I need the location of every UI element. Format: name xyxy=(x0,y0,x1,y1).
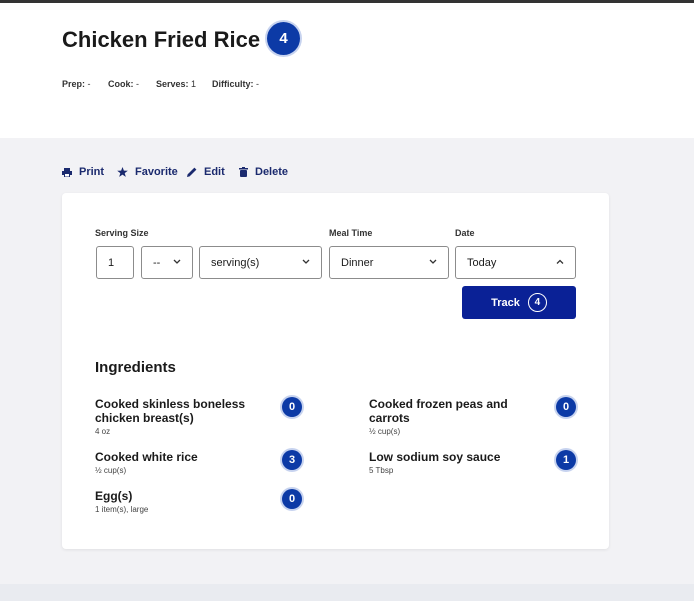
meal-time-select[interactable]: Dinner xyxy=(329,246,449,279)
unit-value: serving(s) xyxy=(211,256,260,269)
cook-value: - xyxy=(136,79,140,89)
star-icon xyxy=(117,167,128,177)
delete-label: Delete xyxy=(255,166,289,178)
date-label: Date xyxy=(455,228,475,238)
track-points-badge: 4 xyxy=(527,293,547,312)
print-button[interactable]: Print xyxy=(62,166,104,178)
serving-size-label: Serving Size xyxy=(95,228,149,238)
favorite-button[interactable]: Favorite xyxy=(117,166,178,178)
ingredient-name: Cooked frozen peas and carrots xyxy=(369,397,508,425)
ingredient-item: Cooked frozen peas and carrots ½ cup(s) xyxy=(369,397,539,436)
serving-size-input[interactable]: 1 xyxy=(96,246,134,279)
cook-label: Cook: xyxy=(108,79,134,89)
difficulty-label: Difficulty: xyxy=(212,79,254,89)
print-label: Print xyxy=(79,166,105,178)
serves-value: 1 xyxy=(191,79,197,89)
ingredient-qty: 1 item(s), large xyxy=(95,505,149,514)
ingredient-points-badge: 1 xyxy=(556,450,576,470)
edit-button[interactable]: Edit xyxy=(187,166,225,178)
ingredient-points-badge: 0 xyxy=(556,397,576,417)
cook-meta: Cook: - xyxy=(108,79,139,89)
ingredient-item: Egg(s) 1 item(s), large xyxy=(95,489,265,514)
ingredient-qty: 5 Tbsp xyxy=(369,466,394,475)
ingredient-qty: ½ cup(s) xyxy=(95,466,127,475)
ingredient-item: Cooked skinless boneless chicken breast(… xyxy=(95,397,265,436)
chevron-up-icon xyxy=(556,259,564,264)
trash-icon xyxy=(239,167,248,177)
ingredient-item: Cooked white rice ½ cup(s) xyxy=(95,450,265,475)
tracking-card: Serving Size Meal Time Date 1 -- serving… xyxy=(62,193,609,549)
chevron-down-icon xyxy=(302,259,310,264)
prep-value: - xyxy=(87,79,91,89)
edit-label: Edit xyxy=(204,166,225,178)
serves-label: Serves: xyxy=(156,79,189,89)
difficulty-value: - xyxy=(256,79,260,89)
fraction-select[interactable]: -- xyxy=(141,246,193,279)
ingredient-name: Egg(s) xyxy=(95,489,133,503)
ingredient-name: Low sodium soy sauce xyxy=(369,450,501,464)
ingredients-title: Ingredients xyxy=(95,359,176,376)
pencil-icon xyxy=(187,167,197,177)
meal-time-value: Dinner xyxy=(341,256,374,269)
serves-meta: Serves: 1 xyxy=(156,79,196,89)
unit-select[interactable]: serving(s) xyxy=(199,246,322,279)
ingredient-qty: 4 oz xyxy=(95,427,111,436)
print-icon xyxy=(62,167,72,177)
serving-size-value: 1 xyxy=(108,256,115,269)
points-badge: 4 xyxy=(267,22,300,55)
meal-time-label: Meal Time xyxy=(329,228,373,238)
track-button[interactable]: Track 4 xyxy=(462,286,576,319)
ingredient-points-badge: 0 xyxy=(282,397,302,417)
recipe-header: Chicken Fried Rice 4 Prep: - Cook: - Ser… xyxy=(0,3,694,138)
chevron-down-icon xyxy=(429,259,437,264)
ingredient-name: Cooked skinless boneless chicken breast(… xyxy=(95,397,246,425)
fraction-value: -- xyxy=(153,256,161,269)
delete-button[interactable]: Delete xyxy=(239,166,288,178)
track-label: Track xyxy=(491,296,520,309)
prep-meta: Prep: - xyxy=(62,79,91,89)
difficulty-meta: Difficulty: - xyxy=(212,79,259,89)
chevron-down-icon xyxy=(173,259,181,264)
ingredient-points-badge: 0 xyxy=(282,489,302,509)
recipe-title: Chicken Fried Rice xyxy=(62,27,261,52)
ingredient-points-badge: 3 xyxy=(282,450,302,470)
ingredient-name: Cooked white rice xyxy=(95,450,198,464)
ingredient-item: Low sodium soy sauce 5 Tbsp xyxy=(369,450,539,475)
date-select[interactable]: Today xyxy=(455,246,576,279)
footer-band xyxy=(0,584,694,601)
prep-label: Prep: xyxy=(62,79,86,89)
favorite-label: Favorite xyxy=(135,166,178,178)
date-value: Today xyxy=(467,256,497,269)
ingredient-qty: ½ cup(s) xyxy=(369,427,401,436)
